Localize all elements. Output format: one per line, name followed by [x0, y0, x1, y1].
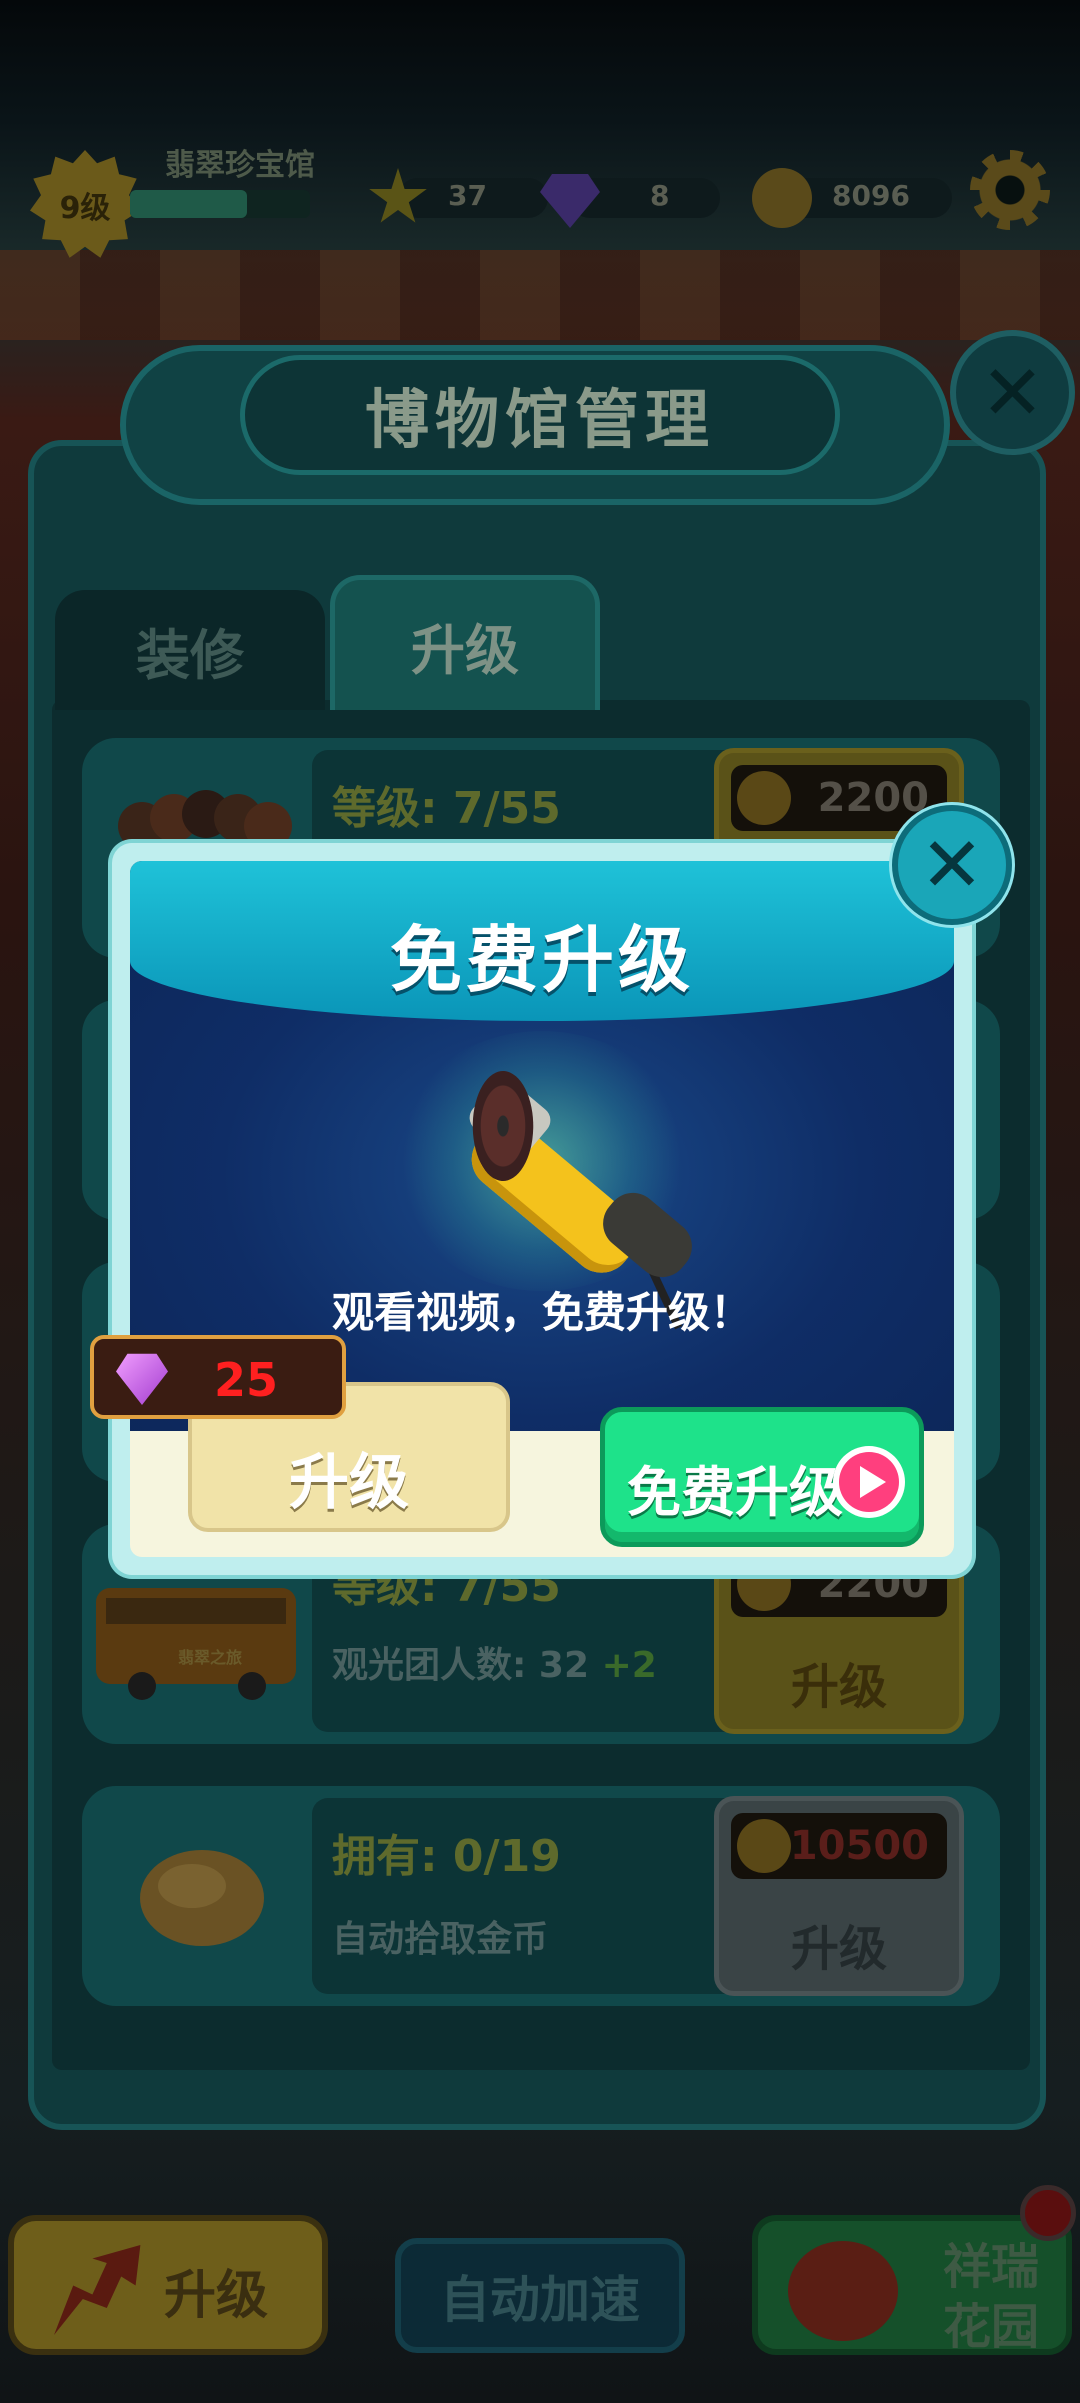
stage-curtain: [0, 250, 1080, 340]
upgrade-button-label: 升级: [790, 1921, 887, 1977]
bottom-upgrade-button[interactable]: 升级: [8, 2215, 328, 2355]
top-hud: 9级 翡翠珍宝馆 37 8 8096: [0, 140, 1080, 258]
upgrade-button-label: 升级: [790, 1659, 887, 1715]
coins-value: 8096: [832, 178, 910, 212]
museum-name: 翡翠珍宝馆: [165, 148, 315, 183]
upgrade-row-toad: 拥有: 0/19 自动拾取金币 10500 升级: [82, 1786, 1000, 2006]
up-arrow-icon: [54, 2245, 141, 2335]
popup-message: 观看视频，免费升级！: [331, 1288, 752, 1337]
row-own-text: 拥有: 0/19: [332, 1831, 561, 1882]
close-icon[interactable]: ✕: [950, 330, 1075, 455]
coin-icon: [737, 1819, 791, 1873]
koi-fish-icon: [788, 2241, 898, 2341]
row-desc-text: 自动拾取金币: [332, 1919, 549, 1960]
golden-toad-thumbnail: [82, 1786, 312, 2006]
panel-title: 博物馆管理: [240, 355, 840, 475]
bus-label: 翡翠之旅: [178, 1648, 243, 1667]
gem-cost-badge: 25: [90, 1335, 346, 1419]
xp-fill: [130, 190, 247, 218]
popup-title: 免费升级: [389, 918, 694, 1002]
notification-dot: [1020, 2185, 1076, 2241]
stars-counter: 37: [368, 160, 548, 230]
gem-icon: [540, 174, 600, 228]
stars-value: 37: [448, 178, 487, 212]
level-text: 9级: [59, 191, 111, 226]
level-badge[interactable]: 9级: [30, 150, 140, 258]
coin-icon: [737, 771, 791, 825]
gem-cost-value: 25: [214, 1353, 279, 1407]
coins-counter[interactable]: 8096: [752, 160, 952, 230]
gem-icon: [116, 1353, 168, 1405]
coin-icon: [752, 168, 812, 228]
garden-button[interactable]: 祥瑞 花园: [752, 2215, 1072, 2355]
close-icon[interactable]: ✕: [892, 805, 1012, 925]
auto-speed-button[interactable]: 自动加速: [395, 2238, 685, 2353]
gems-value: 8: [650, 178, 670, 212]
tab-decoration[interactable]: 装修: [55, 590, 325, 710]
xp-bar: [130, 190, 310, 218]
row-desc-text: 观光团人数: 32 +2: [332, 1645, 657, 1686]
price-value: 10500: [789, 1823, 929, 1869]
gems-counter[interactable]: 8: [540, 160, 720, 230]
price-value: 2200: [817, 775, 929, 821]
free-upgrade-popup: 免费升级 观看视频，免费升级！ 升级 免费升级: [112, 843, 972, 1575]
row-level-text: 等级: 7/55: [332, 783, 561, 834]
tab-upgrade[interactable]: 升级: [330, 575, 600, 710]
free-upgrade-video-button[interactable]: 免费升级: [600, 1407, 924, 1547]
upgrade-button-disabled[interactable]: 10500 升级: [714, 1796, 964, 1996]
gear-icon[interactable]: [970, 150, 1050, 230]
play-icon: [833, 1446, 905, 1518]
